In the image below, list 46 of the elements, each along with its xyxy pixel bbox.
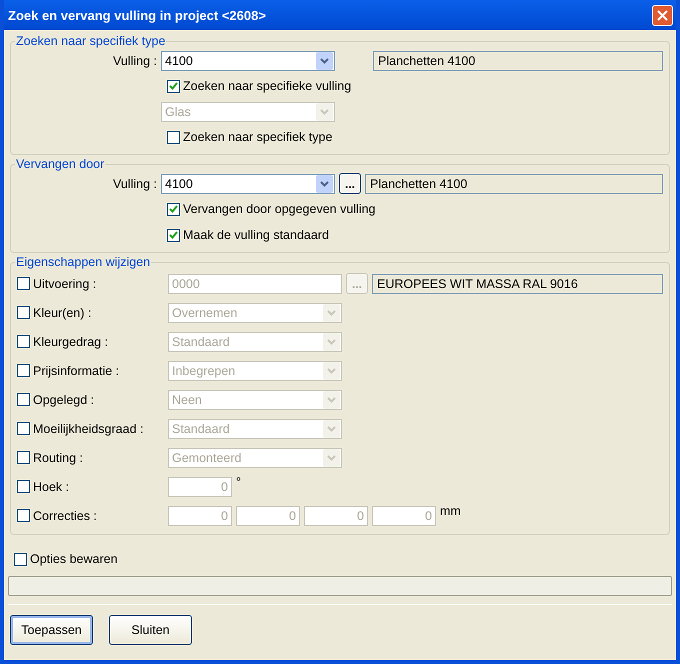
caret-icon: [327, 310, 336, 316]
description-field: EUROPEES WIT MASSA RAL 9016: [372, 274, 663, 294]
checkbox-label: Zoeken naar specifiek type: [183, 130, 332, 144]
caret-icon: [320, 180, 329, 186]
checkbox-label: Opties bewaren: [30, 552, 118, 566]
checkbox-label: Kleurgedrag :: [33, 334, 110, 348]
field-label: Vulling :: [112, 176, 157, 190]
checkbox[interactable]: [167, 130, 180, 144]
checkbox-label: Kleur(en) :: [33, 306, 92, 320]
caret-icon: [327, 426, 336, 432]
description-field: Planchetten 4100: [365, 174, 663, 194]
checkbox-label: Prijsinformatie :: [33, 364, 120, 378]
dropdown[interactable]: 4100: [161, 174, 335, 194]
dialog-button[interactable]: Toepassen: [10, 615, 93, 645]
caret-icon: [327, 454, 336, 460]
group-title: Vervangen door: [15, 158, 106, 171]
checkbox-label: Vervangen door opgegeven vulling: [183, 202, 376, 216]
checkbox[interactable]: [167, 80, 180, 92]
group-title: Eigenschappen wijzigen: [15, 256, 152, 269]
checkbox-label: Routing :: [33, 450, 84, 464]
window-title: Zoek en vervang vulling in project <2608>: [8, 8, 266, 22]
dialog-button[interactable]: Sluiten: [109, 615, 192, 645]
checkbox-label: Opgelegd :: [33, 392, 96, 406]
close-button[interactable]: [652, 4, 673, 26]
dropdown[interactable]: 4100: [161, 50, 335, 70]
caret-icon: [320, 58, 329, 64]
group-title: Zoeken naar specifiek type: [15, 35, 166, 48]
checkbox[interactable]: [167, 202, 180, 216]
checkbox-label: Correcties :: [33, 508, 98, 522]
checkbox-label: Maak de vulling standaard: [183, 228, 329, 242]
checkbox-label: Zoeken naar specifieke vulling: [183, 79, 352, 93]
caret-icon: [320, 108, 329, 114]
checkbox-label: Uitvoering :: [33, 276, 98, 290]
checkbox-label: Moeilijkheidsgraad :: [33, 422, 144, 436]
field-label: Vulling :: [112, 54, 157, 68]
caret-icon: [327, 338, 336, 344]
unit-label: mm: [440, 504, 461, 518]
checkbox[interactable]: [167, 228, 180, 242]
caret-icon: [327, 368, 336, 374]
unit-label: °: [236, 475, 241, 489]
description-field: Planchetten 4100: [373, 50, 663, 70]
checkbox[interactable]: [14, 552, 27, 566]
browse-button[interactable]: ...: [339, 173, 361, 194]
checkbox-label: Hoek :: [33, 480, 70, 494]
close-icon: [657, 10, 668, 20]
caret-icon: [327, 396, 336, 402]
